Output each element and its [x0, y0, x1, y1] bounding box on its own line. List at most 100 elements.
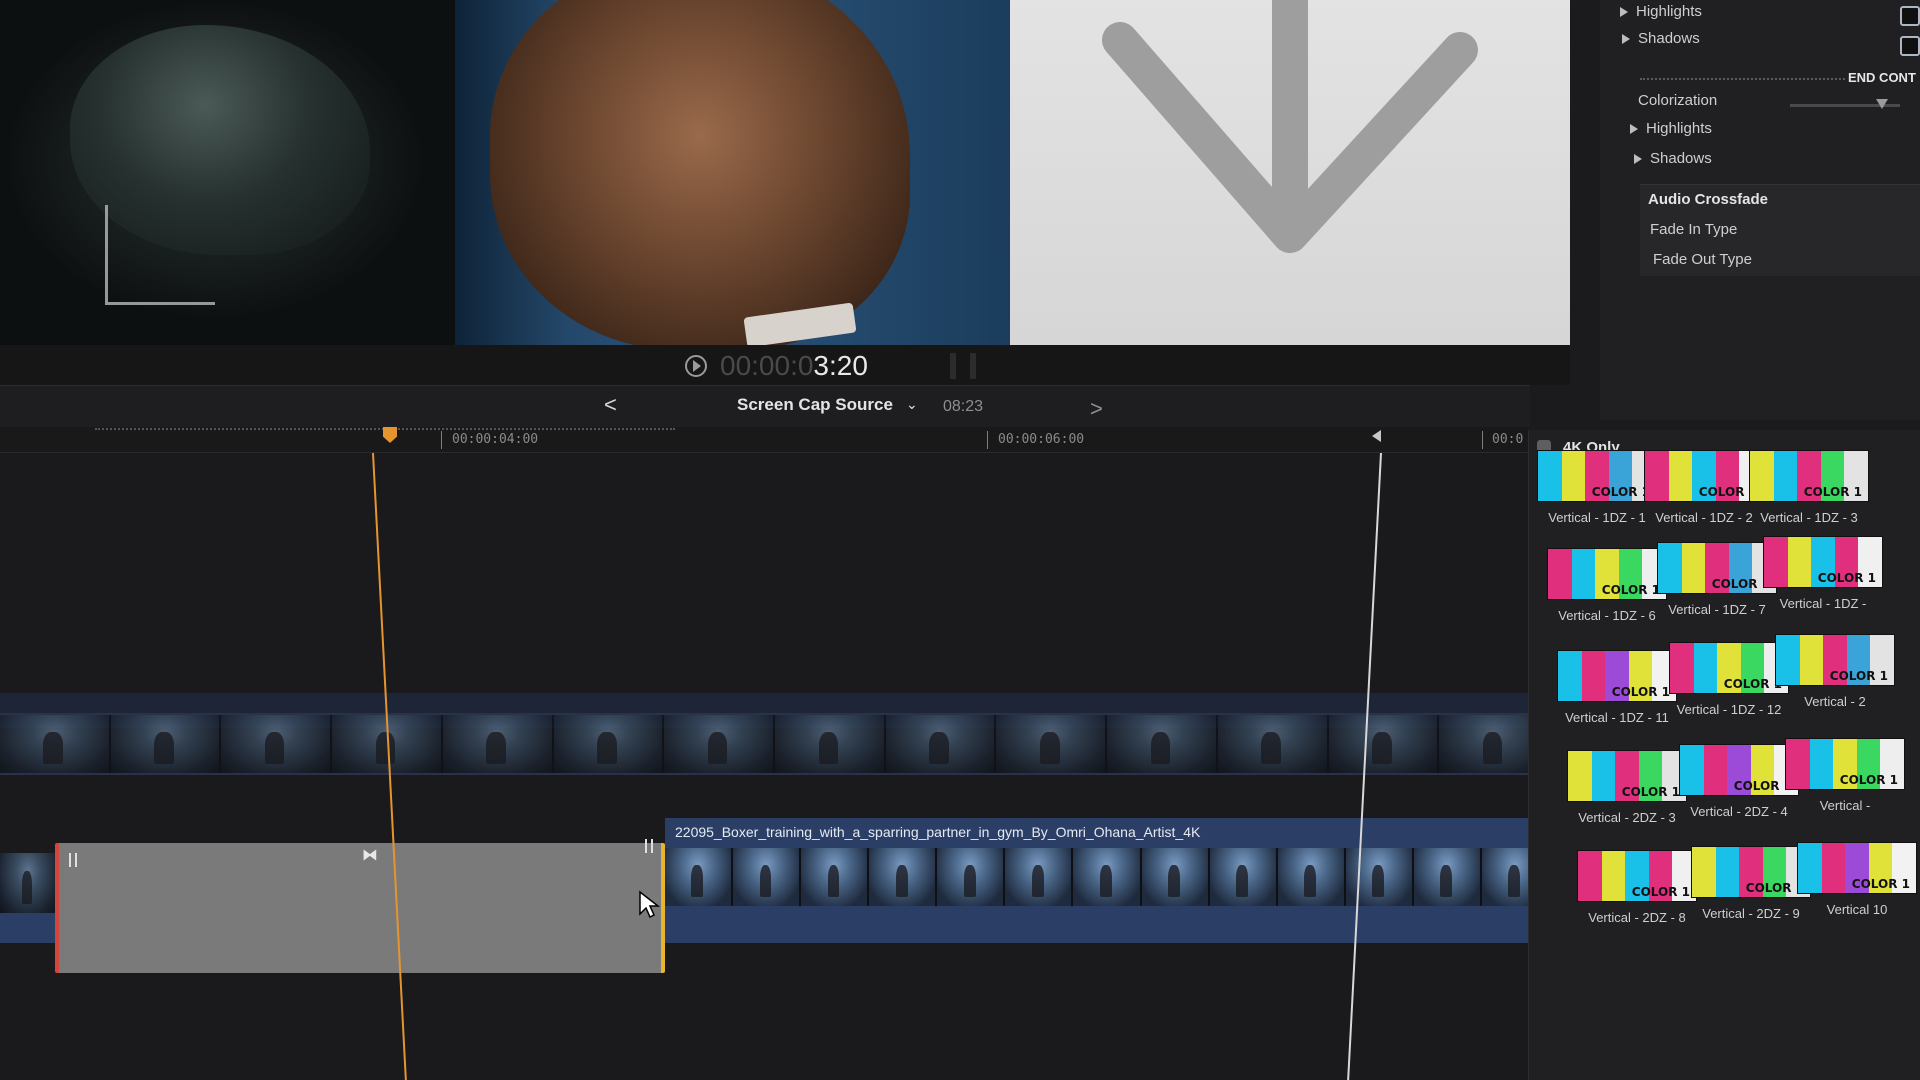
title-tile-label: Vertical - 1DZ - 12	[1676, 702, 1782, 717]
video-frame-back	[455, 0, 1015, 345]
pause-icon[interactable]	[950, 353, 976, 379]
previous-clip[interactable]	[0, 853, 58, 943]
title-tile[interactable]: COLOR 1 Vertical - 2	[1775, 634, 1895, 709]
main-clip-filmstrip	[665, 848, 1540, 906]
thumbnail-text: COLOR 1	[1733, 779, 1792, 793]
section-label: END CONT	[1848, 70, 1916, 85]
disclosure-triangle-icon[interactable]	[1622, 34, 1630, 45]
title-tile-label: Vertical - 1DZ -	[1779, 596, 1867, 611]
range-end-marker[interactable]	[1372, 430, 1381, 442]
thumbnail-text: COLOR 1	[1723, 677, 1782, 691]
audio-crossfade-title: Audio Crossfade	[1648, 191, 1769, 208]
thumbnail-text: COLOR 1	[1711, 577, 1770, 591]
timeline-header: < Screen Cap Source ⌄ 08:23 >	[0, 385, 1530, 427]
down-arrow-icon	[1102, 0, 1478, 253]
clip-frame	[801, 848, 870, 906]
title-tile-label: Vertical - 2DZ - 3	[1578, 810, 1676, 825]
thumbnail-text: COLOR 1	[1817, 571, 1876, 585]
title-thumbnail: COLOR 1	[1669, 642, 1789, 694]
color-swatch[interactable]	[1900, 6, 1920, 26]
title-tile[interactable]: COLOR 1 Vertical - 1DZ - 2	[1644, 450, 1764, 525]
titles-browser: 4K Only COLOR 1 Vertical - 1DZ - 1 COLOR 1…	[1528, 430, 1920, 1080]
title-tile[interactable]: COLOR 1 Vertical - 1DZ - 3	[1749, 450, 1869, 525]
title-tile-label: Vertical - 2	[1804, 694, 1866, 709]
fade-out-type-label: Fade Out Type	[1653, 251, 1752, 268]
title-tile-label: Vertical - 2DZ - 8	[1588, 910, 1686, 925]
title-tile-label: Vertical - 2DZ - 4	[1690, 804, 1788, 819]
disclosure-triangle-icon[interactable]	[1620, 7, 1628, 18]
main-clip[interactable]: 22095_Boxer_training_with_a_sparring_par…	[665, 818, 1540, 943]
timeline[interactable]: ⧓ 22095_Boxer_training_with_a_sparring_p…	[0, 453, 1540, 1080]
title-tile[interactable]: COLOR 1 Vertical - 2DZ - 8	[1577, 850, 1697, 925]
chevron-down-icon[interactable]: ⌄	[906, 396, 918, 413]
color-swatch[interactable]	[1900, 36, 1920, 56]
project-name[interactable]: Screen Cap Source	[737, 395, 893, 415]
inspector-panel: Highlights Shadows END CONT Colorization…	[1600, 0, 1920, 420]
ruler-tick	[441, 431, 442, 449]
clip-frame	[937, 848, 1006, 906]
inspector-row-highlights[interactable]: Highlights	[1620, 3, 1702, 20]
title-tile[interactable]: COLOR 1 Vertical - 2DZ - 3	[1567, 750, 1687, 825]
disclosure-triangle-icon[interactable]	[1630, 124, 1638, 135]
clip-frame	[0, 853, 58, 913]
thumbnail-text: COLOR 1	[1611, 685, 1670, 699]
clip-frame	[221, 715, 333, 773]
play-icon[interactable]	[685, 355, 707, 377]
title-tile[interactable]: COLOR 1 Vertical - 2DZ - 9	[1691, 846, 1811, 921]
boxer-back-image	[490, 0, 910, 345]
inspector-row-colorization: Colorization	[1638, 92, 1718, 109]
timecode-display[interactable]: 00:00:03:20	[685, 350, 868, 382]
forward-icon[interactable]: >	[1090, 396, 1103, 422]
back-icon[interactable]: <	[604, 392, 617, 418]
gap-clip[interactable]	[55, 839, 665, 973]
inspector-row-shadows[interactable]: Shadows	[1622, 30, 1700, 47]
title-tile[interactable]: COLOR 1 Vertical - 1DZ - 7	[1657, 542, 1777, 617]
clip-title: 22095_Boxer_training_with_a_sparring_par…	[675, 824, 1201, 840]
title-tile[interactable]: COLOR 1 Vertical 10	[1797, 842, 1917, 917]
clip-frame	[110, 715, 222, 773]
ruler-label: 00:0	[1492, 432, 1524, 447]
clip-frame	[1073, 848, 1142, 906]
section-divider	[1640, 78, 1845, 80]
clip-frame	[1217, 715, 1329, 773]
thumbnail-text: COLOR 1	[1631, 885, 1690, 899]
transition-icon[interactable]: ⧓	[362, 845, 378, 865]
inspector-row-highlights-2[interactable]: Highlights	[1630, 120, 1712, 137]
title-tile[interactable]: COLOR 1 Vertical -	[1785, 738, 1905, 813]
video-frame-arrow	[1010, 0, 1570, 345]
thumbnail-text: COLOR 1	[1745, 881, 1804, 895]
title-tile[interactable]: COLOR 1 Vertical - 2DZ - 4	[1679, 744, 1799, 819]
title-tile-label: Vertical - 2DZ - 9	[1702, 906, 1800, 921]
thumbnail-text: COLOR 1	[1601, 583, 1660, 597]
title-thumbnail: COLOR 1	[1577, 850, 1697, 902]
clip-frame	[1439, 715, 1540, 773]
project-duration: 08:23	[943, 398, 984, 415]
timeline-ruler[interactable]: 00:00:04:00 00:00:06:00 00:0	[0, 427, 1530, 453]
title-tile[interactable]: COLOR 1 Vertical - 1DZ -	[1763, 536, 1883, 611]
title-thumbnail: COLOR 1	[1557, 650, 1677, 702]
clip-frame	[1005, 848, 1074, 906]
mouse-pointer-icon	[639, 890, 660, 919]
clip-frame	[1413, 848, 1482, 906]
title-tile[interactable]: COLOR 1 Vertical - 1DZ - 12	[1669, 642, 1789, 717]
title-tile-label: Vertical - 1DZ - 1	[1548, 510, 1646, 525]
title-thumbnail: COLOR 1	[1547, 548, 1667, 600]
title-thumbnail: COLOR 1	[1775, 634, 1895, 686]
slider-knob[interactable]	[1876, 99, 1888, 109]
trim-handle-right[interactable]	[645, 839, 653, 853]
inspector-row-shadows-2[interactable]: Shadows	[1634, 150, 1712, 167]
thumbnail-text: COLOR 1	[1829, 669, 1888, 683]
title-thumbnail: COLOR 1	[1537, 450, 1657, 502]
title-tile[interactable]: COLOR 1 Vertical - 1DZ - 1	[1537, 450, 1657, 525]
clip-frame	[442, 715, 554, 773]
title-tile[interactable]: COLOR 1 Vertical - 1DZ - 11	[1557, 650, 1677, 725]
connected-clip-filmstrip[interactable]	[0, 713, 1540, 775]
clip-frame	[553, 715, 665, 773]
trim-handle-left[interactable]	[69, 853, 77, 867]
title-tile[interactable]: COLOR 1 Vertical - 1DZ - 6	[1547, 548, 1667, 623]
clip-frame	[1277, 848, 1346, 906]
clip-frame	[885, 715, 997, 773]
title-thumbnail: COLOR 1	[1763, 536, 1883, 588]
disclosure-triangle-icon[interactable]	[1634, 154, 1642, 165]
transport-bar: 00:00:03:20	[0, 345, 1570, 385]
